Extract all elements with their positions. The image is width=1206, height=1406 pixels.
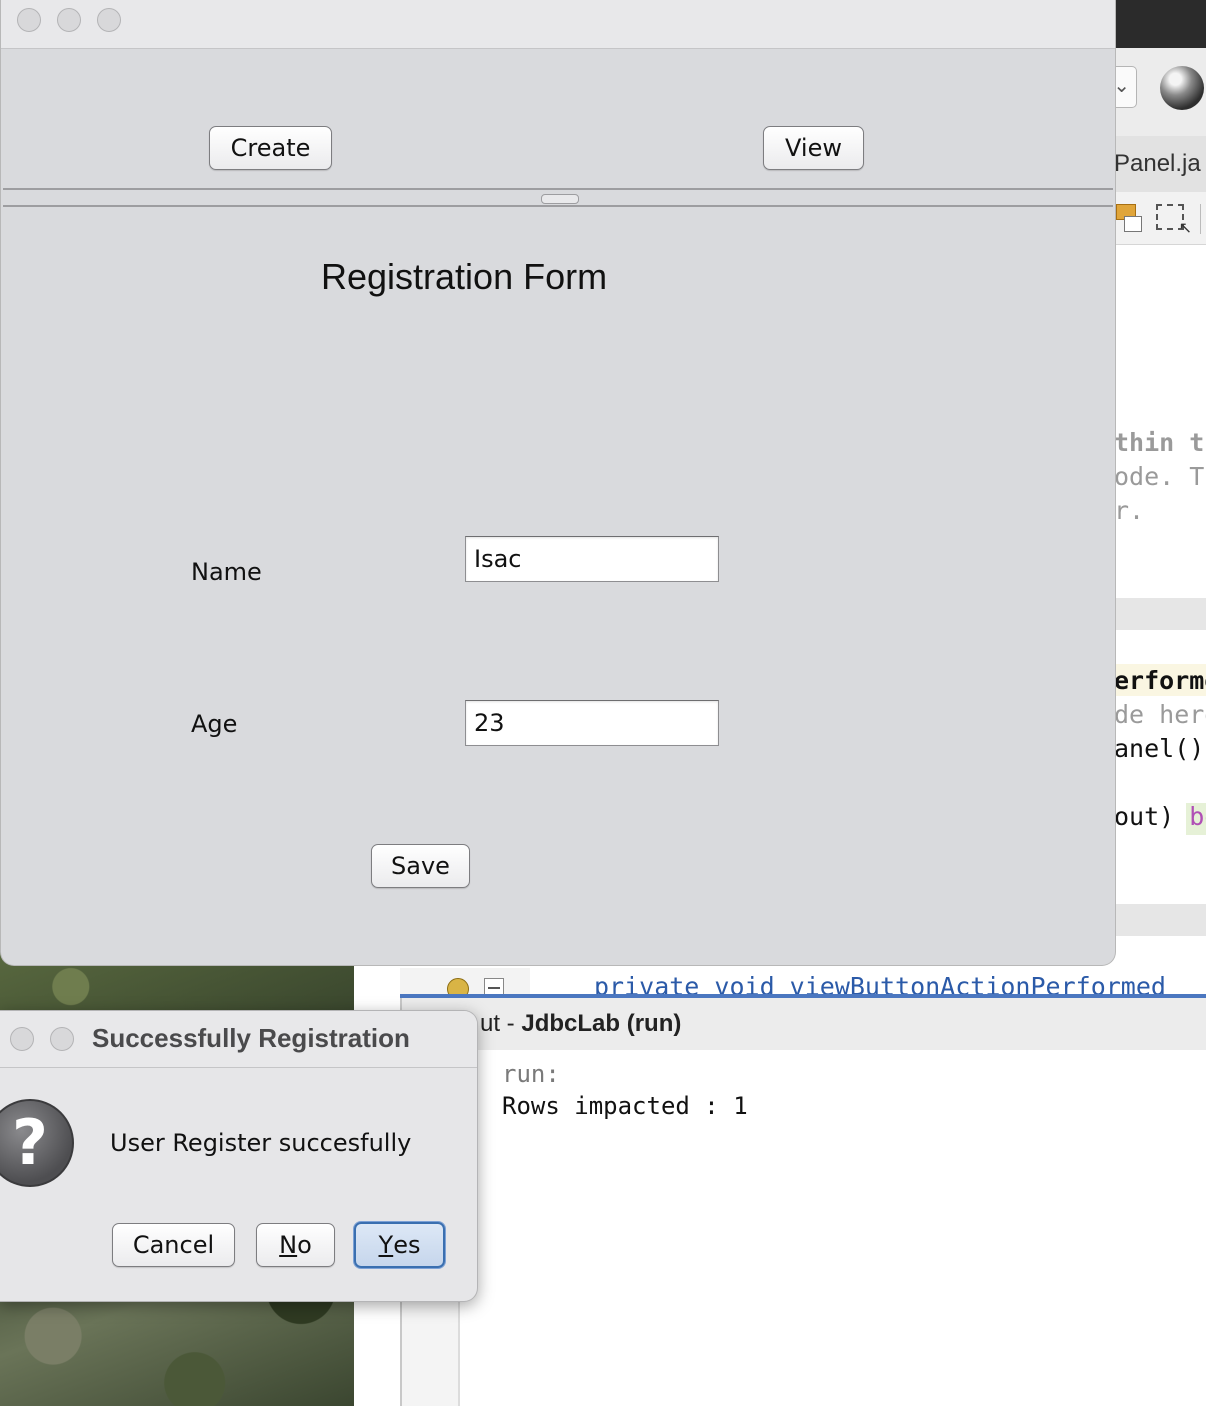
code-line: ode. Th (1114, 462, 1206, 491)
globe-icon[interactable] (1160, 66, 1204, 110)
age-field[interactable] (465, 700, 719, 746)
minimize-window-icon[interactable] (57, 8, 81, 32)
form-title: Registration Form (321, 256, 608, 297)
dialog-title-bar[interactable]: Successfully Registration (0, 1011, 477, 1068)
code-line: r. (1114, 496, 1145, 525)
component-palette-icon[interactable] (1116, 204, 1142, 232)
no-button[interactable]: No (256, 1223, 335, 1267)
output-title-project: JdbcLab (run) (521, 1010, 682, 1037)
create-button[interactable]: Create (209, 126, 332, 170)
code-line: de here (1114, 700, 1206, 729)
code-line: out) be (1114, 802, 1206, 831)
cancel-button[interactable]: Cancel (112, 1223, 235, 1267)
yes-button[interactable]: Yes (354, 1222, 445, 1268)
split-pane-divider (3, 188, 1113, 190)
code-fragment: out) (1114, 802, 1190, 831)
no-mnemonic: N (279, 1231, 298, 1259)
close-dialog-icon[interactable] (10, 1027, 34, 1051)
output-line: Rows impacted : 1 (502, 1092, 748, 1120)
main-window: Create View Registration Form Name Age S… (0, 0, 1116, 966)
output-panel: ut - JdbcLab (run) run: Rows impacted : … (400, 998, 1206, 1406)
yes-label-rest: es (393, 1231, 421, 1259)
output-title-prefix: ut - (480, 1010, 522, 1037)
output-line: run: (502, 1060, 560, 1088)
code-line: erforme (1114, 666, 1206, 695)
editor-tab[interactable]: Panel.ja (1114, 150, 1201, 178)
toolbar-divider (1200, 204, 1201, 234)
age-label: Age (191, 710, 238, 738)
question-icon: ? (0, 1099, 74, 1187)
close-window-icon[interactable] (17, 8, 41, 32)
split-pane-divider (3, 205, 1113, 207)
code-line: anel() (1114, 734, 1205, 763)
dialog-message: User Register succesfully (110, 1129, 412, 1157)
keyword-fragment: be (1189, 802, 1206, 831)
code-line: private void viewButtonActionPerformed (594, 972, 1166, 996)
output-tab-title[interactable]: ut - JdbcLab (run) (480, 1010, 681, 1038)
split-pane-handle[interactable] (541, 194, 579, 204)
name-field[interactable] (465, 536, 719, 582)
yes-mnemonic: Y (378, 1231, 394, 1259)
view-button[interactable]: View (763, 126, 864, 170)
no-label-rest: o (297, 1231, 312, 1259)
zoom-window-icon[interactable] (97, 8, 121, 32)
dialog-title: Successfully Registration (92, 1023, 410, 1053)
confirmation-dialog: Successfully Registration ? User Registe… (0, 1010, 478, 1302)
selection-mode-icon[interactable]: ↖ (1156, 204, 1192, 237)
code-line: thin th (1114, 428, 1206, 457)
window-title-bar[interactable] (1, 0, 1115, 49)
name-label: Name (191, 558, 262, 586)
save-button[interactable]: Save (371, 844, 470, 888)
minimize-dialog-icon[interactable] (50, 1027, 74, 1051)
